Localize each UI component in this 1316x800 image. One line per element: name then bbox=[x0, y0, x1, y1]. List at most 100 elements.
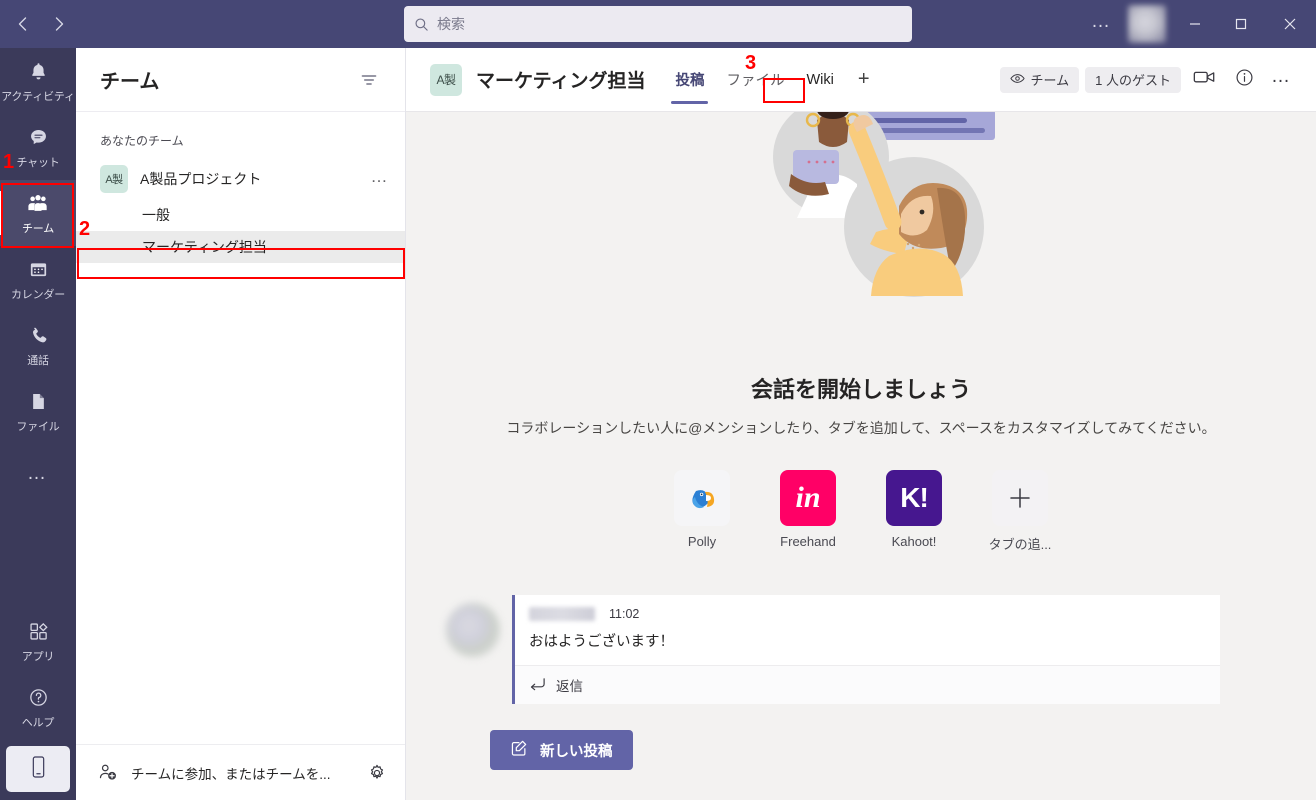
kahoot-icon: K! bbox=[886, 470, 942, 526]
new-post-button[interactable]: 新しい投稿 bbox=[490, 730, 633, 770]
reply-arrow-icon bbox=[529, 677, 546, 694]
window-body: アクティビティ チャット チーム カレンダー 通話 ファイル … アプリ ヘルプ… bbox=[0, 48, 1316, 800]
rail-label-activity: アクティビティ bbox=[1, 90, 75, 103]
annotation-number-3: 3 bbox=[745, 52, 757, 74]
close-button[interactable] bbox=[1264, 0, 1316, 48]
forward-button[interactable] bbox=[42, 7, 76, 41]
help-icon bbox=[28, 685, 49, 711]
main-area: A製 マーケティング担当 投稿 ファイル Wiki + チーム 1 人のゲスト … bbox=[406, 48, 1316, 800]
user-avatar[interactable] bbox=[1128, 5, 1166, 43]
app-tile-add-tab[interactable]: タブの追... bbox=[981, 470, 1059, 553]
polly-icon bbox=[674, 470, 730, 526]
search-input[interactable]: 検索 bbox=[404, 6, 912, 42]
mobile-phone-icon bbox=[30, 755, 47, 784]
rail-label-apps: アプリ bbox=[21, 650, 55, 663]
search-placeholder-text: 検索 bbox=[437, 16, 465, 32]
annotation-number-1: 1 bbox=[3, 151, 15, 173]
back-button[interactable] bbox=[6, 7, 40, 41]
rail-label-chat: チャット bbox=[16, 156, 60, 169]
meet-now-button[interactable] bbox=[1187, 63, 1221, 97]
freehand-icon: in bbox=[780, 470, 836, 526]
chat-icon bbox=[28, 125, 49, 151]
empty-state-title: 会話を開始しましょう bbox=[750, 377, 971, 402]
gear-icon[interactable] bbox=[367, 763, 387, 783]
message-sender-avatar bbox=[446, 603, 500, 657]
message-sender-name bbox=[529, 607, 595, 621]
join-create-team-row[interactable]: チームに参加、またはチームを... bbox=[76, 744, 405, 800]
team-name: A製品プロジェクト bbox=[140, 171, 262, 187]
teams-icon bbox=[26, 191, 50, 217]
filter-icon[interactable] bbox=[353, 64, 385, 96]
rail-label-teams: チーム bbox=[21, 222, 55, 235]
rail-item-teams[interactable]: チーム bbox=[0, 180, 76, 246]
tab-wiki[interactable]: Wiki bbox=[796, 48, 843, 112]
app-label-add-tab: タブの追... bbox=[988, 537, 1052, 552]
apps-icon bbox=[28, 619, 49, 645]
rail-label-help: ヘルプ bbox=[21, 716, 55, 729]
rail-label-calls: 通話 bbox=[27, 354, 49, 367]
annotation-number-2: 2 bbox=[79, 218, 91, 240]
minimize-button[interactable] bbox=[1172, 0, 1218, 48]
suggested-apps-row: Polly in Freehand K! Kahoot! タブの追... bbox=[406, 470, 1316, 553]
app-tile-polly[interactable]: Polly bbox=[663, 470, 741, 553]
channel-header: A製 マーケティング担当 投稿 ファイル Wiki + チーム 1 人のゲスト … bbox=[406, 48, 1316, 112]
rail-item-activity[interactable]: アクティビティ bbox=[0, 48, 76, 114]
rail-item-files[interactable]: ファイル bbox=[0, 378, 76, 444]
add-tab-button[interactable]: + bbox=[846, 48, 882, 112]
channel-general[interactable]: 一般 bbox=[76, 199, 405, 231]
channel-header-actions: チーム 1 人のゲスト … bbox=[999, 63, 1302, 97]
message-meta: 11:02 bbox=[529, 607, 1204, 621]
app-label-kahoot: Kahoot! bbox=[891, 534, 937, 549]
search-container: 検索 bbox=[404, 6, 912, 42]
video-camera-icon bbox=[1193, 69, 1216, 90]
join-create-team-label: チームに参加、またはチームを... bbox=[131, 766, 331, 782]
channel-marketing[interactable]: マーケティング担当 bbox=[76, 231, 405, 263]
message-text: おはようございます！ bbox=[529, 634, 674, 650]
rail-item-calls[interactable]: 通話 bbox=[0, 312, 76, 378]
calendar-icon bbox=[28, 257, 49, 283]
rail-item-help[interactable]: ヘルプ bbox=[0, 674, 76, 740]
titlebar-right-group: … bbox=[1085, 0, 1316, 48]
titlebar-overflow-icon[interactable]: … bbox=[1085, 12, 1122, 37]
teams-list-panel: チーム あなたのチーム A製 A製品プロジェクト … 一般 マーケティング担当 bbox=[76, 48, 406, 800]
rail-label-calendar: カレンダー bbox=[11, 288, 65, 301]
info-icon bbox=[1235, 68, 1254, 92]
eye-icon bbox=[1009, 72, 1025, 87]
teams-panel-title: チーム bbox=[100, 71, 160, 93]
rail-bottom-group: アプリ ヘルプ bbox=[0, 608, 76, 800]
message-card: 11:02 おはようございます！ 返信 bbox=[512, 595, 1220, 704]
tab-posts[interactable]: 投稿 bbox=[665, 48, 714, 112]
message-thread: 11:02 おはようございます！ 返信 bbox=[446, 595, 1220, 704]
rail-more-apps-icon[interactable]: … bbox=[0, 444, 76, 504]
channel-more-options-icon[interactable]: … bbox=[1267, 67, 1302, 92]
channel-team-avatar: A製 bbox=[430, 63, 462, 96]
channel-tabs: 投稿 ファイル Wiki + bbox=[665, 48, 881, 112]
guest-pill-label: 1 人のゲスト bbox=[1095, 73, 1171, 88]
phone-call-icon bbox=[28, 323, 49, 349]
reply-label: 返信 bbox=[556, 679, 583, 694]
message-timestamp: 11:02 bbox=[609, 607, 640, 621]
search-icon bbox=[414, 17, 429, 32]
team-row-a-product[interactable]: A製 A製品プロジェクト … bbox=[76, 159, 405, 199]
team-more-options-icon[interactable]: … bbox=[371, 168, 390, 191]
app-label-polly: Polly bbox=[687, 534, 717, 549]
team-visibility-pill[interactable]: チーム bbox=[999, 66, 1080, 93]
reply-button[interactable]: 返信 bbox=[515, 665, 1220, 704]
rail-item-apps[interactable]: アプリ bbox=[0, 608, 76, 674]
rail-item-calendar[interactable]: カレンダー bbox=[0, 246, 76, 312]
empty-state-illustration bbox=[406, 112, 1316, 368]
mobile-app-button[interactable] bbox=[6, 746, 70, 792]
channel-title: マーケティング担当 bbox=[476, 71, 646, 92]
navigation-arrows bbox=[6, 7, 76, 41]
rail-label-files: ファイル bbox=[16, 420, 60, 433]
app-tile-freehand[interactable]: in Freehand bbox=[769, 470, 847, 553]
your-teams-label: あなたのチーム bbox=[100, 134, 184, 148]
guest-count-pill[interactable]: 1 人のゲスト bbox=[1085, 66, 1181, 93]
empty-state-subtitle: コラボレーションしたい人に@メンションしたり、タブを追加して、スペースをカスタマ… bbox=[506, 420, 1216, 436]
maximize-button[interactable] bbox=[1218, 0, 1264, 48]
new-post-row: 新しい投稿 bbox=[490, 730, 1316, 770]
channel-info-button[interactable] bbox=[1227, 63, 1261, 97]
team-avatar: A製 bbox=[100, 165, 128, 193]
collaboration-illustration bbox=[773, 112, 995, 297]
app-tile-kahoot[interactable]: K! Kahoot! bbox=[875, 470, 953, 553]
